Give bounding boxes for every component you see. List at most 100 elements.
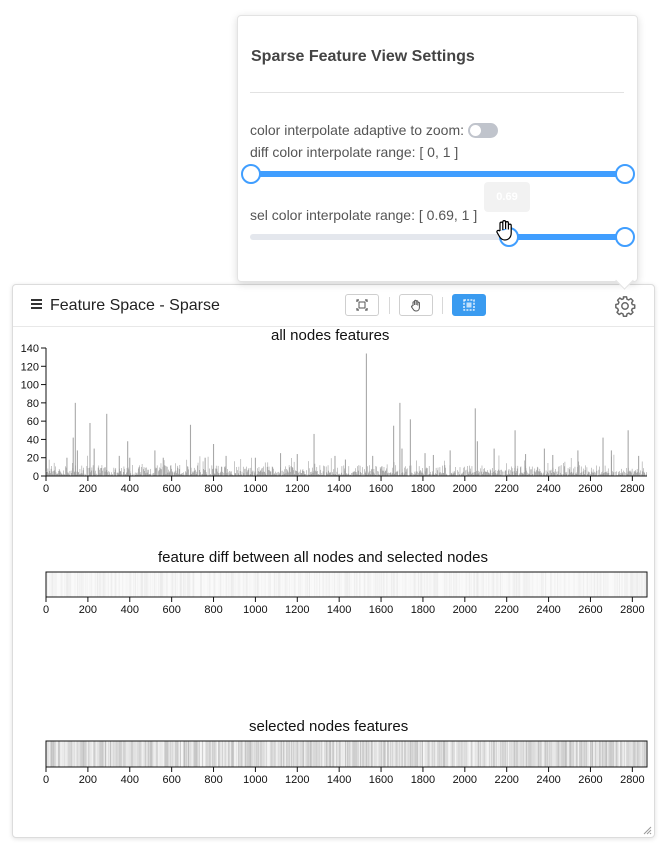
- diff-heatmap-cell: [354, 572, 356, 597]
- sel-range-label: sel color interpolate range: [ 0.69, 1 ]: [250, 207, 478, 223]
- selected-heatmap-cell: [101, 741, 103, 767]
- diff-heatmap-cell: [137, 572, 139, 597]
- selected-heatmap-cell: [520, 741, 523, 767]
- selected-heatmap-cell: [194, 741, 196, 767]
- x-tick-label: 800: [204, 483, 222, 495]
- diff-heatmap-cell: [334, 572, 336, 597]
- selected-heatmap-cell: [350, 741, 352, 767]
- x-tick-label: 2800: [620, 604, 644, 616]
- diff-heatmap-cell: [185, 572, 187, 597]
- selected-heatmap-cell: [261, 741, 263, 767]
- x-tick-label: 1800: [411, 774, 435, 786]
- adaptive-zoom-toggle[interactable]: [468, 123, 498, 138]
- diff-heatmap-cell: [180, 572, 182, 597]
- diff-heatmap-cell: [70, 572, 72, 597]
- hand-cursor-icon: [496, 220, 512, 241]
- selected-heatmap-cell: [617, 741, 619, 767]
- resize-handle-icon[interactable]: [643, 826, 652, 835]
- diff-heatmap-cell: [446, 572, 448, 597]
- diff-heatmap-cell: [269, 572, 271, 597]
- y-tick-label: 80: [27, 398, 39, 410]
- diff-heatmap-cell: [379, 572, 381, 597]
- selected-heatmap-cell: [275, 741, 277, 767]
- diff-heatmap-cell: [264, 572, 266, 597]
- diff-heatmap-cell: [448, 572, 450, 597]
- diff-heatmap-cell: [536, 572, 538, 597]
- diff-heatmap-cell: [46, 572, 48, 597]
- diff-heatmap-cell: [560, 572, 562, 597]
- diff-heatmap-cell: [332, 572, 334, 597]
- diff-range-max-handle[interactable]: [615, 164, 635, 184]
- diff-heatmap-cell: [347, 572, 349, 597]
- sel-range-max-handle[interactable]: [615, 227, 635, 247]
- diff-heatmap-cell: [254, 572, 256, 597]
- selected-heatmap-cell: [410, 741, 413, 767]
- x-tick-label: 1800: [411, 483, 435, 495]
- selected-heatmap-cell: [250, 741, 252, 767]
- diff-heatmap-cell: [593, 572, 595, 597]
- selected-heatmap-cell: [473, 741, 476, 767]
- diff-heatmap-cell: [591, 572, 593, 597]
- diff-heatmap-cell: [642, 572, 644, 597]
- diff-heatmap-cell: [155, 572, 157, 597]
- diff-heatmap-cell: [222, 572, 224, 597]
- selected-heatmap-cell: [399, 741, 401, 767]
- diff-heatmap-cell: [252, 572, 254, 597]
- selected-heatmap-cell: [376, 741, 378, 767]
- diff-heatmap-cell: [471, 572, 473, 597]
- selected-heatmap-cell: [639, 741, 641, 767]
- selected-heatmap-cell: [569, 741, 571, 767]
- diff-heatmap-cell: [176, 572, 178, 597]
- selected-heatmap-cell: [131, 741, 133, 767]
- selected-heatmap-cell: [453, 741, 455, 767]
- diff-heatmap-cell: [381, 572, 383, 597]
- selected-heatmap-cell: [304, 741, 306, 767]
- selected-heatmap-cell: [390, 741, 392, 767]
- selected-heatmap-cell: [282, 741, 285, 767]
- selected-heatmap-cell: [245, 741, 247, 767]
- diff-heatmap-cell: [82, 572, 84, 597]
- diff-heatmap-cell: [339, 572, 341, 597]
- diff-heatmap-cell: [604, 572, 606, 597]
- diff-heatmap-cell: [243, 572, 245, 597]
- diff-heatmap-cell: [386, 572, 388, 597]
- diff-heatmap-cell: [115, 572, 117, 597]
- diff-heatmap-cell: [299, 572, 301, 597]
- diff-heatmap-cell: [644, 572, 646, 597]
- diff-heatmap-cell: [566, 572, 568, 597]
- diff-heatmap-cell: [532, 572, 534, 597]
- selected-heatmap-cell: [184, 741, 186, 767]
- diff-heatmap-cell: [95, 572, 97, 597]
- selected-heatmap-cell: [621, 741, 623, 767]
- x-tick-label: 2400: [536, 604, 560, 616]
- charts-canvas[interactable]: 0204060801001201400 200 400 600 800 1000 1200 1…: [13, 285, 654, 837]
- selected-heatmap-cell: [267, 741, 269, 767]
- diff-heatmap-cell: [261, 572, 263, 597]
- x-tick-label: 1200: [285, 483, 309, 495]
- x-tick-label: 2600: [578, 774, 602, 786]
- diff-heatmap-cell: [580, 572, 582, 597]
- selected-heatmap-cell: [284, 741, 286, 767]
- diff-range-min-handle[interactable]: [241, 164, 261, 184]
- selected-heatmap-cell: [493, 741, 495, 767]
- diff-heatmap-cell: [120, 572, 122, 597]
- diff-heatmap-cell: [251, 572, 253, 597]
- diff-heatmap-cell: [356, 572, 358, 597]
- x-tick-label: 600: [162, 604, 180, 616]
- selected-heatmap-cell: [560, 741, 562, 767]
- diff-heatmap-cell: [56, 572, 58, 597]
- diff-heatmap-cell: [152, 572, 154, 597]
- selected-heatmap-cell: [404, 741, 406, 767]
- diff-heatmap-cell: [291, 572, 293, 597]
- selected-heatmap-cell: [165, 741, 167, 767]
- diff-heatmap-cell: [317, 572, 319, 597]
- selected-heatmap-cell: [140, 741, 142, 767]
- selected-heatmap-cell: [415, 741, 417, 767]
- selected-heatmap-cell: [177, 741, 179, 767]
- diff-heatmap-cell: [147, 572, 149, 597]
- selected-heatmap-cell: [481, 741, 483, 767]
- diff-heatmap-cell: [130, 572, 132, 597]
- diff-heatmap-cell: [282, 572, 284, 597]
- diff-heatmap-cell: [319, 572, 321, 597]
- diff-heatmap-cell: [626, 572, 628, 597]
